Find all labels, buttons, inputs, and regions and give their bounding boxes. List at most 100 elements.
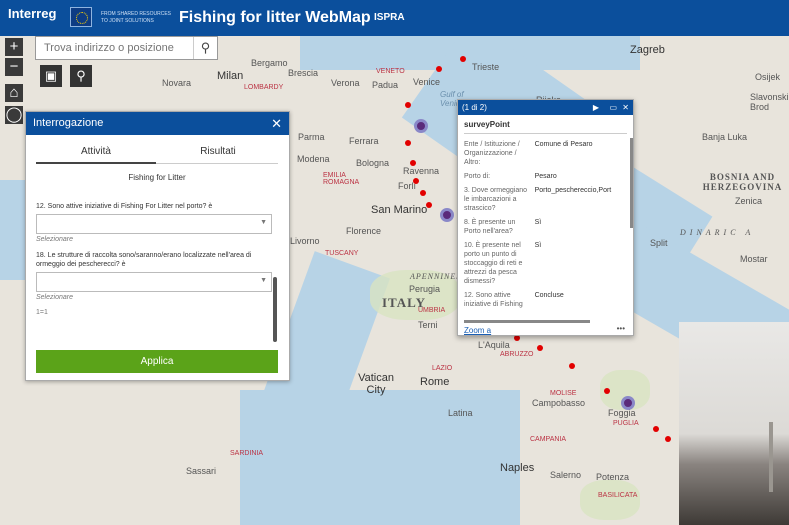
site-photo — [679, 322, 789, 525]
map-label: MOLISE — [550, 390, 577, 397]
map-label: Split — [650, 238, 668, 248]
attribute-value: Comune di Pesaro — [534, 141, 593, 148]
popup-header: (1 di 2) ▶ ▭ ✕ — [458, 100, 633, 115]
locate-button[interactable]: ◯ — [5, 106, 23, 124]
sea-area — [240, 390, 520, 525]
selected-survey-point[interactable] — [440, 208, 454, 222]
search-box: ⚲ — [35, 36, 218, 60]
home-button[interactable]: ⌂ — [5, 84, 23, 102]
map-label: Perugia — [409, 284, 441, 294]
map-label: CAMPANIA — [530, 436, 567, 443]
survey-point-marker[interactable] — [604, 388, 610, 394]
map-label: Sassari — [186, 466, 217, 476]
popup-scrollbar[interactable] — [630, 138, 633, 228]
next-feature-icon[interactable]: ▶ — [593, 100, 599, 115]
map-label: LOMBARDY — [244, 84, 284, 91]
attribute-value: Concluse — [534, 292, 564, 299]
map-label: LAZIO — [432, 365, 453, 372]
survey-point-marker[interactable] — [413, 178, 419, 184]
tab-risultati[interactable]: Risultati — [158, 144, 278, 164]
close-icon[interactable]: ✕ — [271, 112, 282, 135]
survey-point-marker[interactable] — [665, 436, 671, 442]
selected-survey-point[interactable] — [621, 396, 635, 410]
query-tool-button[interactable]: ⚲ — [70, 65, 92, 87]
popup-horizontal-scrollbar[interactable] — [464, 320, 590, 323]
chevron-down-icon: ▼ — [260, 277, 267, 284]
attribute-key: Ente / Istituzione / Organizzazione / Al… — [464, 141, 520, 166]
map-label: BOSNIA AND HERZEGOVINA — [702, 172, 783, 192]
query-panel-title: Interrogazione — [33, 117, 104, 129]
attribute-value: Porto_peschereccio,Port — [534, 187, 612, 194]
selected-survey-point[interactable] — [414, 119, 428, 133]
search-input[interactable] — [36, 37, 194, 59]
map-label: Venice — [413, 77, 441, 87]
attribute-table: Ente / Istituzione / Organizzazione / Al… — [464, 140, 634, 320]
map-label: Milan — [217, 70, 244, 82]
attribute-value: Sì — [534, 219, 542, 226]
survey-point-marker[interactable] — [405, 140, 411, 146]
popup-layer-title: surveyPoint — [464, 120, 510, 129]
query-form: 12. Sono attive iniziative di Fishing Fo… — [36, 202, 276, 316]
survey-point-marker[interactable] — [420, 190, 426, 196]
chevron-down-icon: ▼ — [260, 219, 267, 226]
zoom-out-button[interactable]: − — [5, 58, 23, 76]
layer-list-button[interactable]: ▣ — [40, 65, 62, 87]
survey-point-marker[interactable] — [653, 426, 659, 432]
map-label: Latina — [448, 408, 473, 418]
map-label: Parma — [298, 132, 325, 142]
question-label: 12. Sono attive iniziative di Fishing Fo… — [36, 203, 213, 210]
question-label: 18. Le strutture di raccolta sono/sarann… — [36, 252, 252, 268]
survey-point-marker[interactable] — [426, 202, 432, 208]
map-label: Livorno — [290, 236, 320, 246]
maximize-icon[interactable]: ▭ — [609, 100, 617, 115]
map-label: Mostar — [740, 254, 768, 264]
map-label: Trieste — [472, 62, 500, 72]
map-label: Naples — [500, 462, 535, 474]
attribute-row: Porto di: Pesaro — [464, 172, 634, 181]
survey-point-marker[interactable] — [410, 160, 416, 166]
zoom-in-button[interactable]: + — [5, 38, 23, 56]
attribute-row: Ente / Istituzione / Organizzazione / Al… — [464, 140, 634, 167]
select-hint: Selezionare — [36, 294, 73, 301]
interreg-logo: Interreg — [8, 6, 57, 21]
survey-point-marker[interactable] — [405, 102, 411, 108]
map-label: Ravenna — [403, 166, 440, 176]
survey-point-marker[interactable] — [569, 363, 575, 369]
close-icon[interactable]: ✕ — [622, 100, 629, 115]
map-label: VENETO — [376, 68, 405, 75]
map-label: Bergamo — [251, 58, 288, 68]
map-label: Modena — [297, 154, 330, 164]
map-label: DINARIC A — [680, 228, 755, 237]
scrollbar[interactable] — [273, 277, 277, 342]
map-label: Campobasso — [532, 398, 586, 408]
map-label: Zenica — [735, 196, 763, 206]
map-label: TUSCANY — [325, 250, 359, 257]
query-expression: 1=1 — [36, 309, 48, 316]
map-label: Rome — [420, 376, 450, 388]
map-label: SARDINIA — [230, 450, 264, 457]
more-options-icon[interactable]: ••• — [617, 324, 625, 333]
map-label: Slavonski Brod — [750, 92, 789, 112]
survey-point-marker[interactable] — [537, 345, 543, 351]
map-label: PUGLIA — [613, 420, 639, 427]
map-label: Salerno — [550, 470, 582, 480]
apply-button[interactable]: Applica — [36, 350, 278, 373]
survey-point-marker[interactable] — [436, 66, 442, 72]
select-hint: Selezionare — [36, 236, 73, 243]
attribute-key: 3. Dove ormeggiano le imbarcazioni a str… — [464, 187, 528, 212]
search-icon[interactable]: ⚲ — [193, 37, 217, 59]
survey-point-marker[interactable] — [460, 56, 466, 62]
attribute-value: Sì — [534, 242, 542, 249]
attribute-key: 12. Sono attive iniziative di Fishing — [464, 292, 523, 308]
tab-attivita[interactable]: Attività — [36, 144, 156, 164]
map-label: L'Aquila — [478, 340, 510, 350]
map-label: Florence — [346, 226, 382, 236]
question-select[interactable]: ▼ — [36, 214, 272, 234]
map-label: Padua — [372, 80, 399, 90]
park-area — [580, 480, 640, 520]
map-label: Verona — [331, 78, 360, 88]
zoom-to-link[interactable]: Zoom a — [464, 326, 491, 335]
question-select[interactable]: ▼ — [36, 272, 272, 292]
map-label: Osijek — [755, 72, 781, 82]
eu-flag-icon — [70, 7, 92, 27]
